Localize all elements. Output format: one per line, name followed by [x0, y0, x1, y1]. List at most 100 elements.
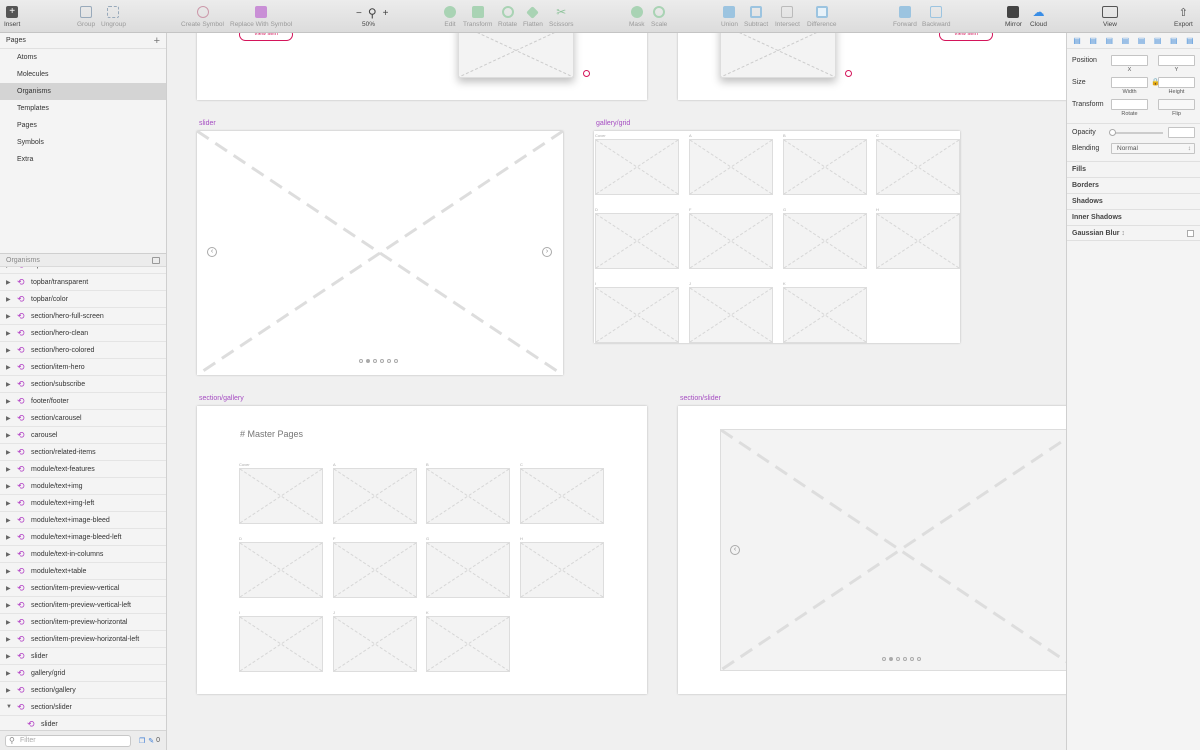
layer-row[interactable]: ▶ ⟲ section/gallery — [0, 682, 166, 699]
opacity-field[interactable] — [1168, 127, 1195, 138]
artboard-top-right[interactable]: View Item — [678, 33, 1066, 100]
image-placeholder[interactable] — [520, 468, 604, 524]
chevron-right-icon[interactable]: › — [542, 247, 552, 257]
image-placeholder[interactable] — [595, 287, 679, 343]
disclosure-triangle-icon[interactable]: ▶ — [0, 568, 17, 575]
filter-input[interactable]: ⚲ Filter — [5, 734, 131, 747]
group-button[interactable]: Group — [77, 5, 95, 28]
scissors-button[interactable]: ✂ Scissors — [549, 5, 574, 28]
disclosure-triangle-icon[interactable]: ▶ — [0, 279, 17, 286]
layer-row[interactable]: ▶ ⟲ section/item-preview-vertical-left — [0, 597, 166, 614]
image-placeholder[interactable] — [876, 139, 960, 195]
disclosure-triangle-icon[interactable]: ▶ — [0, 551, 17, 558]
layer-row[interactable]: ▶ ⟲ module/text+image-bleed-left — [0, 529, 166, 546]
insert-button[interactable]: + Insert — [4, 5, 20, 28]
distribute-v-icon[interactable]: ▤ — [1186, 36, 1194, 45]
layer-row[interactable]: ▶ ⟲ module/text+table — [0, 563, 166, 580]
opacity-slider-knob[interactable] — [1109, 129, 1116, 136]
artboard-slider[interactable]: ‹ › — [197, 131, 563, 375]
disclosure-triangle-icon[interactable]: ▶ — [0, 296, 17, 303]
transform-button[interactable]: Transform — [463, 5, 492, 28]
zoom-in-icon[interactable]: + — [383, 8, 389, 19]
align-top-icon[interactable]: ▤ — [1122, 36, 1130, 45]
flatten-button[interactable]: Flatten — [523, 5, 543, 28]
image-placeholder[interactable] — [426, 542, 510, 598]
layer-row-child[interactable]: ⟲ slider — [0, 716, 166, 730]
page-item[interactable]: Templates — [0, 100, 166, 117]
layer-row[interactable]: ▶ ⟲ module/text-in-columns — [0, 546, 166, 563]
edit-button[interactable]: Edit — [444, 5, 456, 28]
layer-row[interactable]: ▶ ⟲ section/carousel — [0, 410, 166, 427]
mirror-button[interactable]: Mirror — [1005, 5, 1022, 28]
image-placeholder[interactable] — [239, 616, 323, 672]
disclosure-triangle-icon[interactable]: ▶ — [0, 398, 17, 405]
image-placeholder[interactable] — [595, 213, 679, 269]
artboard-section-slider[interactable]: ‹ — [678, 406, 1066, 694]
disclosure-triangle-icon[interactable]: ▶ — [0, 670, 17, 677]
disclosure-triangle-icon[interactable]: ▶ — [0, 653, 17, 660]
opacity-slider[interactable] — [1109, 129, 1163, 136]
rotate-button[interactable]: Rotate — [498, 5, 517, 28]
layer-row[interactable]: ▶ ⟲ module/text+img-left — [0, 495, 166, 512]
zoom-controls[interactable]: − ⚲ + — [356, 6, 388, 20]
image-placeholder[interactable] — [520, 542, 604, 598]
ungroup-button[interactable]: Ungroup — [101, 5, 126, 28]
layer-row[interactable]: ▶ ⟲ section/item-preview-horizontal-left — [0, 631, 166, 648]
favorite-icon[interactable] — [583, 70, 590, 77]
page-item[interactable]: Atoms — [0, 49, 166, 66]
export-button[interactable]: ⇧ Export — [1174, 5, 1193, 29]
artboard-label-section-gallery[interactable]: section/gallery — [199, 395, 244, 402]
forward-button[interactable]: Forward — [893, 5, 917, 28]
create-symbol-button[interactable]: Create Symbol — [181, 5, 224, 28]
disclosure-triangle-icon[interactable]: ▶ — [0, 330, 17, 337]
slider-pagination[interactable] — [359, 359, 398, 363]
align-center-h-icon[interactable]: ▤ — [1089, 36, 1097, 45]
flip-buttons[interactable] — [1158, 99, 1195, 110]
artboard-label-section-slider[interactable]: section/slider — [680, 395, 721, 402]
layer-row[interactable]: ▶ ⟲ section/item-preview-horizontal — [0, 614, 166, 631]
align-right-icon[interactable]: ▤ — [1106, 36, 1114, 45]
backward-button[interactable]: Backward — [922, 5, 951, 28]
add-page-icon[interactable]: + — [154, 35, 160, 47]
layer-row[interactable]: ▼ ⟲ section/slider — [0, 699, 166, 716]
layer-row[interactable]: ▶ ⟲ module/text-features — [0, 461, 166, 478]
inner-shadows-section[interactable]: Inner Shadows — [1067, 209, 1200, 225]
disclosure-triangle-icon[interactable]: ▶ — [0, 619, 17, 626]
image-placeholder[interactable] — [783, 139, 867, 195]
shadows-section[interactable]: Shadows — [1067, 193, 1200, 209]
chevron-left-icon[interactable]: ‹ — [730, 545, 740, 555]
disclosure-triangle-icon[interactable]: ▶ — [0, 687, 17, 694]
disclosure-triangle-icon[interactable]: ▶ — [0, 534, 17, 541]
disclosure-triangle-icon[interactable]: ▶ — [0, 602, 17, 609]
layer-row[interactable]: ▶ ⟲ slider — [0, 648, 166, 665]
disclosure-triangle-icon[interactable]: ▶ — [0, 432, 17, 439]
width-field[interactable] — [1111, 77, 1148, 88]
align-left-icon[interactable]: ▤ — [1073, 36, 1081, 45]
layer-row[interactable]: ▶ ⟲ topbar/transparent — [0, 274, 166, 291]
align-bottom-icon[interactable]: ▤ — [1154, 36, 1162, 45]
page-item[interactable]: Organisms — [0, 83, 166, 100]
image-placeholder[interactable] — [333, 616, 417, 672]
disclosure-triangle-icon[interactable]: ▶ — [0, 415, 17, 422]
disclosure-triangle-icon[interactable]: ▶ — [0, 267, 17, 269]
image-placeholder[interactable] — [783, 213, 867, 269]
layer-row[interactable]: ▶ ⟲ module/text+img — [0, 478, 166, 495]
image-placeholder[interactable] — [426, 468, 510, 524]
disclosure-triangle-icon[interactable]: ▶ — [0, 483, 17, 490]
disclosure-triangle-icon[interactable]: ▶ — [0, 449, 17, 456]
disclosure-triangle-icon[interactable]: ▶ — [0, 466, 17, 473]
fills-section[interactable]: Fills — [1067, 161, 1200, 177]
collapse-layers-icon[interactable] — [152, 256, 160, 264]
disclosure-triangle-icon[interactable]: ▶ — [0, 381, 17, 388]
favorite-icon[interactable] — [845, 70, 852, 77]
image-placeholder[interactable] — [239, 468, 323, 524]
chevron-left-icon[interactable]: ‹ — [207, 247, 217, 257]
edit-layer-icon[interactable]: ✎ — [148, 737, 154, 745]
page-item[interactable]: Extra — [0, 151, 166, 168]
image-placeholder[interactable] — [783, 287, 867, 343]
view-item-button[interactable]: View Item — [939, 33, 993, 41]
layer-row[interactable]: ▶ ⟲ section/item-hero — [0, 359, 166, 376]
layer-row[interactable]: ▶ ⟲ gallery/grid — [0, 665, 166, 682]
cloud-button[interactable]: ☁ Cloud — [1030, 5, 1047, 28]
disclosure-triangle-icon[interactable]: ▶ — [0, 585, 17, 592]
